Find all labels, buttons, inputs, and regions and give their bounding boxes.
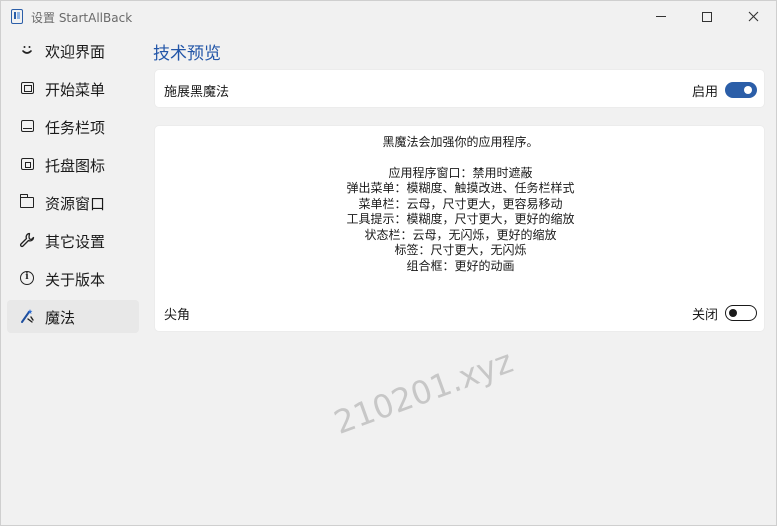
sidebar-item-label: 其它设置 — [45, 233, 106, 251]
description-intro: 黑魔法会加强你的应用程序。 — [382, 135, 539, 149]
black-magic-toggle-state: 启用 — [692, 85, 719, 100]
description-line: 弹出菜单：模糊度、触摸改进、任务栏样式 — [346, 181, 575, 195]
watermark: 210201.xyz — [329, 342, 518, 442]
tray-icon — [19, 156, 35, 172]
description-line: 菜单栏：云母，尺寸更大，更容易移动 — [358, 196, 563, 211]
sidebar-item-label: 资源窗口 — [45, 195, 106, 213]
smile-icon — [19, 42, 35, 58]
sharp-corners-toggle[interactable] — [725, 305, 757, 321]
sidebar-item-welcome[interactable]: 欢迎界面 — [7, 34, 139, 67]
minimize-button[interactable] — [638, 1, 684, 32]
wrench-icon — [19, 232, 35, 248]
folder-icon — [19, 193, 35, 210]
sidebar-item-label: 欢迎界面 — [45, 43, 106, 61]
black-magic-toggle[interactable] — [725, 82, 757, 98]
magic-description: 黑魔法会加强你的应用程序。 应用程序窗口：禁用时遮蔽 弹出菜单：模糊度、触摸改进… — [155, 135, 766, 274]
sidebar: 欢迎界面 开始菜单 任务栏项 托盘图标 资源窗口 其它设置 i 关于版本 魔法 — [7, 34, 139, 338]
sidebar-item-other-settings[interactable]: 其它设置 — [7, 224, 139, 257]
sharp-corners-toggle-state: 关闭 — [692, 308, 719, 323]
sidebar-item-explorer[interactable]: 资源窗口 — [7, 186, 139, 219]
sidebar-item-tray[interactable]: 托盘图标 — [7, 148, 139, 181]
toggle-knob — [729, 308, 737, 317]
sidebar-item-label: 任务栏项 — [45, 119, 106, 137]
title-bar[interactable]: 设置 StartAllBack — [1, 1, 776, 32]
taskbar-icon — [19, 118, 35, 134]
sidebar-item-magic[interactable]: 魔法 — [7, 300, 139, 333]
toggle-knob — [744, 86, 752, 94]
sidebar-item-label: 魔法 — [45, 309, 76, 327]
sidebar-item-label: 关于版本 — [45, 271, 106, 289]
maximize-button[interactable] — [684, 1, 730, 32]
startallback-app-icon — [11, 9, 23, 24]
magic-icon — [19, 308, 35, 324]
sidebar-item-label: 托盘图标 — [45, 157, 106, 175]
magic-details-card: 黑魔法会加强你的应用程序。 应用程序窗口：禁用时遮蔽 弹出菜单：模糊度、触摸改进… — [154, 125, 765, 332]
start-menu-icon — [19, 80, 35, 96]
settings-window: 设置 StartAllBack 欢迎界面 开始菜单 任务栏项 托盘图标 资源窗口… — [0, 0, 777, 526]
description-line: 标签：尺寸更大，无闪烁 — [394, 243, 527, 257]
description-line: 应用程序窗口：禁用时遮蔽 — [388, 165, 533, 180]
sidebar-item-start-menu[interactable]: 开始菜单 — [7, 72, 139, 105]
description-line: 状态栏：云母，无闪烁，更好的缩放 — [364, 227, 557, 242]
sidebar-item-label: 开始菜单 — [45, 81, 106, 99]
close-button[interactable] — [730, 1, 776, 32]
maximize-icon — [702, 11, 712, 22]
minimize-icon — [656, 16, 666, 17]
description-line: 组合框：更好的动画 — [406, 258, 515, 273]
sidebar-item-about[interactable]: i 关于版本 — [7, 262, 139, 295]
window-title: 设置 StartAllBack — [31, 11, 133, 25]
black-magic-label: 施展黑魔法 — [164, 85, 230, 100]
info-icon: i — [19, 270, 35, 286]
page-title: 技术预览 — [153, 44, 221, 64]
close-icon — [748, 11, 758, 22]
description-line: 工具提示：模糊度，尺寸更大，更好的缩放 — [346, 212, 575, 226]
sidebar-item-taskbar[interactable]: 任务栏项 — [7, 110, 139, 143]
sharp-corners-label: 尖角 — [164, 308, 191, 323]
black-magic-card: 施展黑魔法 启用 — [154, 69, 765, 108]
